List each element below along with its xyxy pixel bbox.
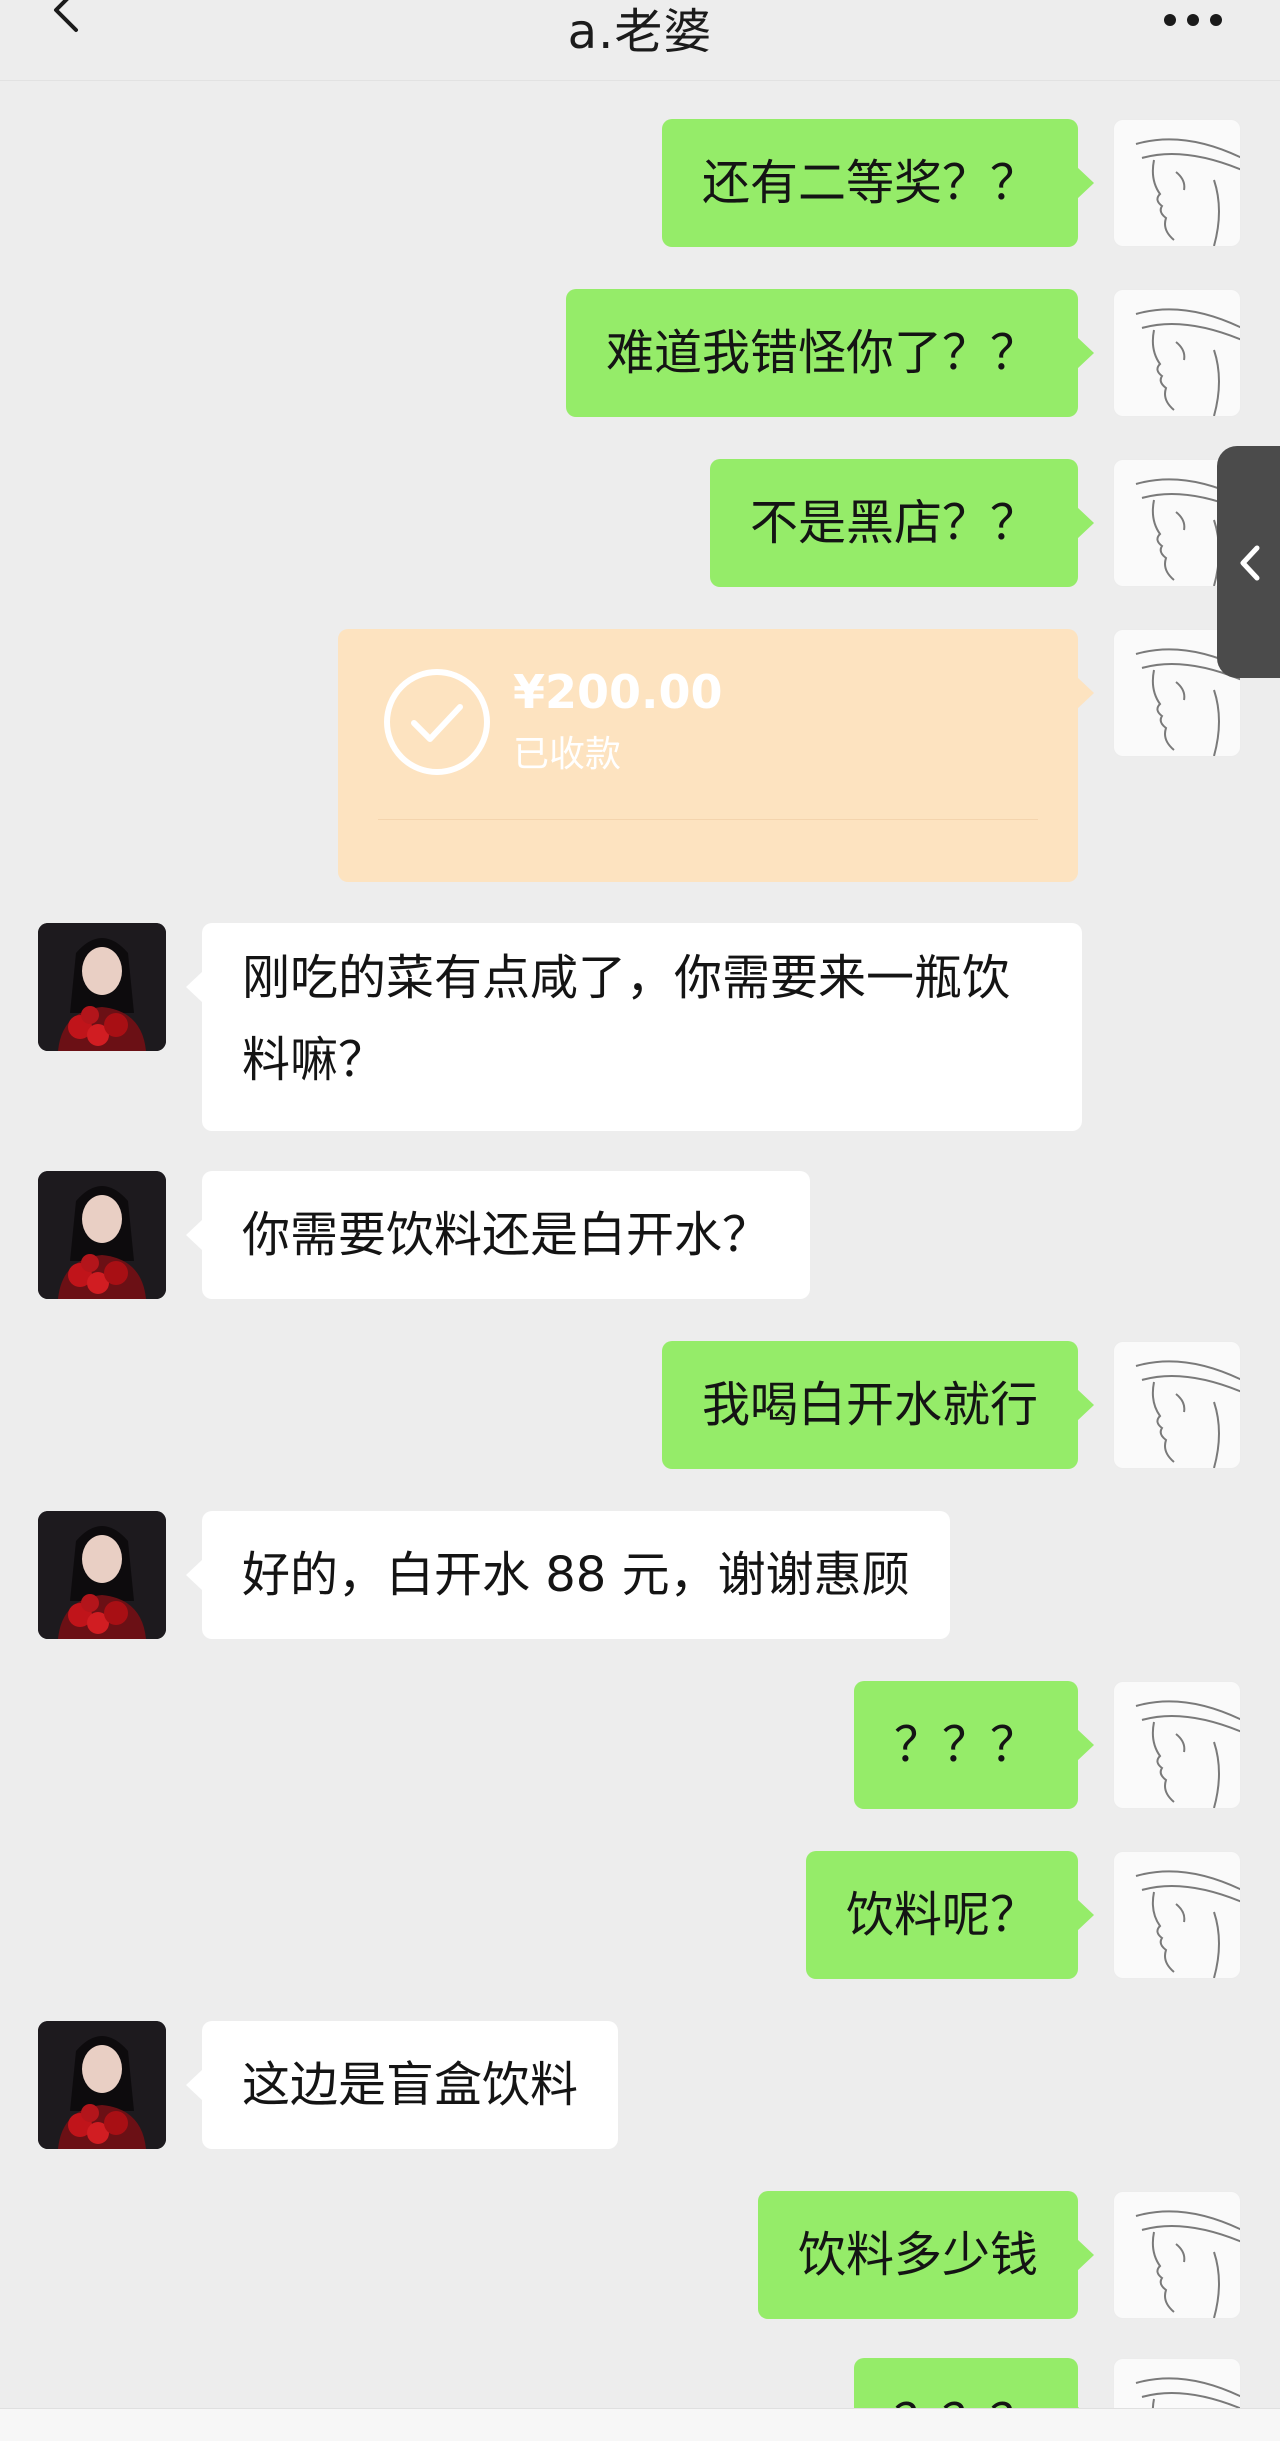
avatar[interactable]	[38, 2021, 166, 2149]
more-button[interactable]	[1158, 8, 1228, 32]
avatar[interactable]	[1113, 2358, 1241, 2408]
message-bubble[interactable]: ？？？	[853, 2358, 1095, 2408]
chevron-left-icon	[1240, 545, 1260, 581]
sketch-portrait-icon	[1135, 2210, 1240, 2318]
message-row: 饮料多少钱	[0, 2190, 1280, 2320]
message-row: ？？？	[0, 2358, 1280, 2408]
sketch-portrait-icon	[1135, 308, 1240, 416]
chat-header: a.老婆	[0, 0, 1280, 81]
sketch-portrait-icon	[1135, 138, 1240, 246]
message-row: 刚吃的菜有点咸了，你需要来一瓶饮料嘛？	[0, 922, 1280, 1132]
message-row: 还有二等奖？？	[0, 118, 1280, 248]
transfer-status: 已收款	[513, 734, 622, 775]
avatar[interactable]	[38, 1171, 166, 1299]
sketch-portrait-icon	[1135, 1870, 1240, 1978]
portrait-photo-icon	[38, 1171, 166, 1299]
sketch-portrait-icon	[1135, 1360, 1240, 1468]
transfer-card[interactable]: ¥200.00 已收款	[338, 629, 1094, 882]
portrait-photo-icon	[38, 1511, 166, 1639]
side-panel-handle[interactable]	[1217, 446, 1280, 678]
message-bubble[interactable]: 我喝白开水就行	[661, 1341, 1095, 1469]
avatar[interactable]	[1113, 1851, 1241, 1979]
message-bubble[interactable]: 刚吃的菜有点咸了，你需要来一瓶饮料嘛？	[186, 923, 1082, 1131]
input-bar	[0, 2408, 1280, 2441]
message-row: 不是黑店？？	[0, 458, 1280, 588]
avatar[interactable]	[1113, 1341, 1241, 1469]
avatar[interactable]	[1113, 289, 1241, 417]
message-row: 饮料呢？	[0, 1850, 1280, 1980]
message-bubble[interactable]: 你需要饮料还是白开水？	[185, 1171, 811, 1299]
message-row: 你需要饮料还是白开水？	[0, 1170, 1280, 1300]
transfer-amount: ¥200.00	[513, 665, 723, 719]
message-bubble[interactable]: 这边是盲盒饮料	[185, 2021, 619, 2149]
transfer-divider	[378, 819, 1038, 820]
check-circle-icon	[384, 669, 490, 775]
portrait-photo-icon	[38, 2021, 166, 2149]
sketch-portrait-icon	[1135, 1700, 1240, 1808]
message-row: 好的，白开水 88 元，谢谢惠顾	[0, 1510, 1280, 1640]
portrait-photo-icon	[38, 923, 166, 1051]
message-row: ¥200.00 已收款	[0, 628, 1280, 883]
message-row: 这边是盲盒饮料	[0, 2020, 1280, 2150]
message-row: ？？？	[0, 1680, 1280, 1810]
message-bubble[interactable]: 饮料呢？	[805, 1851, 1095, 1979]
avatar[interactable]	[38, 923, 166, 1051]
message-bubble[interactable]: 难道我错怪你了？？	[565, 289, 1095, 417]
sketch-portrait-icon	[1135, 2377, 1240, 2408]
chat-title: a.老婆	[567, 4, 713, 60]
message-bubble[interactable]: 饮料多少钱	[757, 2191, 1095, 2319]
message-bubble[interactable]: 好的，白开水 88 元，谢谢惠顾	[186, 1511, 950, 1639]
message-bubble[interactable]: 还有二等奖？？	[661, 119, 1095, 247]
avatar[interactable]	[1113, 2191, 1241, 2319]
avatar[interactable]	[38, 1511, 166, 1639]
avatar[interactable]	[1113, 119, 1241, 247]
avatar[interactable]	[1113, 1681, 1241, 1809]
message-row: 我喝白开水就行	[0, 1340, 1280, 1470]
message-row: 难道我错怪你了？？	[0, 288, 1280, 418]
more-dots-icon	[1164, 14, 1222, 26]
message-bubble[interactable]: ？？？	[853, 1681, 1095, 1809]
message-bubble[interactable]: 不是黑店？？	[709, 459, 1095, 587]
